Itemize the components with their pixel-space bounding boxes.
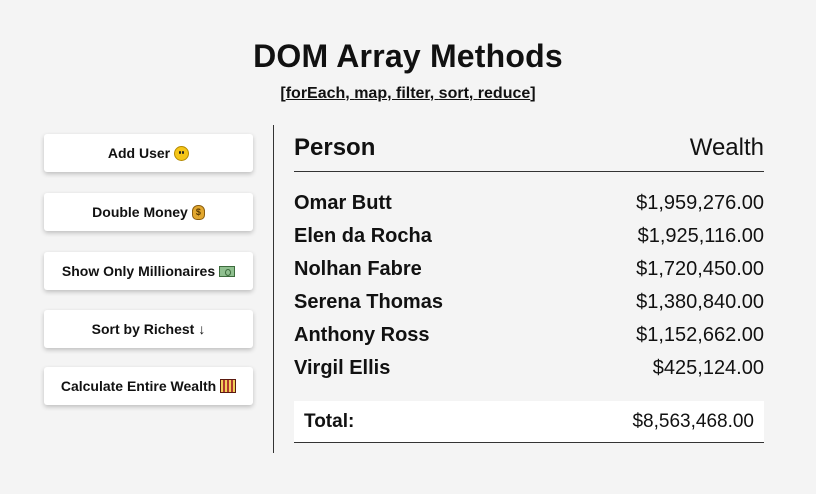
method-foreach: forEach <box>285 85 346 102</box>
show-millionaires-label: Show Only Millionaires <box>61 263 216 279</box>
person-name: Omar Butt <box>294 192 392 214</box>
person-name: Anthony Ross <box>294 324 430 346</box>
page-title: DOM Array Methods <box>253 38 563 74</box>
double-money-label: Double Money <box>92 204 188 220</box>
table-row: Nolhan Fabre $1,720,450.00 <box>294 253 764 286</box>
add-user-label: Add User <box>107 145 171 161</box>
person-name: Serena Thomas <box>294 291 443 313</box>
sort-richest-label: Sort by Richest <box>91 321 195 337</box>
add-user-button[interactable]: Add User <box>44 134 253 172</box>
wealth-column-header: Wealth <box>689 134 764 161</box>
money-bag-icon: $ <box>191 204 205 220</box>
table-row: Virgil Ellis $425,124.00 <box>294 352 764 385</box>
method-sort: sort <box>438 85 469 102</box>
person-wealth: $425,124.00 <box>652 357 764 379</box>
method-reduce: reduce <box>477 85 531 102</box>
abacus-icon <box>220 379 237 393</box>
method-filter: filter <box>395 85 430 102</box>
person-wealth: $1,380,840.00 <box>636 291 764 313</box>
person-name: Elen da Rocha <box>294 225 432 247</box>
table-header: Person Wealth <box>294 134 764 172</box>
total-label: Total: <box>304 410 355 432</box>
smiley-face-icon <box>174 145 190 161</box>
down-arrow-icon: ↓ <box>198 321 206 337</box>
vertical-divider <box>273 125 274 453</box>
method-map: map <box>354 85 388 102</box>
person-wealth: $1,959,276.00 <box>636 192 764 214</box>
person-column-header: Person <box>294 134 376 161</box>
person-wealth: $1,152,662.00 <box>636 324 764 346</box>
table-row: Anthony Ross $1,152,662.00 <box>294 319 764 352</box>
person-name: Nolhan Fabre <box>294 258 422 280</box>
person-wealth: $1,720,450.00 <box>636 258 764 280</box>
calculate-wealth-button[interactable]: Calculate Entire Wealth <box>44 367 253 405</box>
total-value: $8,563,468.00 <box>632 410 754 432</box>
table-row: Omar Butt $1,959,276.00 <box>294 187 764 220</box>
methods-subtitle: [forEach, map, filter, sort, reduce] <box>280 85 536 102</box>
dollar-bill-icon <box>219 265 236 277</box>
show-millionaires-button[interactable]: Show Only Millionaires <box>44 252 253 290</box>
table-row: Elen da Rocha $1,925,116.00 <box>294 220 764 253</box>
calculate-wealth-label: Calculate Entire Wealth <box>60 378 217 394</box>
table-row: Serena Thomas $1,380,840.00 <box>294 286 764 319</box>
sort-richest-button[interactable]: Sort by Richest ↓ <box>44 310 253 348</box>
double-money-button[interactable]: Double Money $ <box>44 193 253 231</box>
person-wealth: $1,925,116.00 <box>637 225 764 247</box>
bracket-close: ] <box>530 85 536 102</box>
total-row: Total: $8,563,468.00 <box>294 401 764 443</box>
person-name: Virgil Ellis <box>294 357 391 379</box>
